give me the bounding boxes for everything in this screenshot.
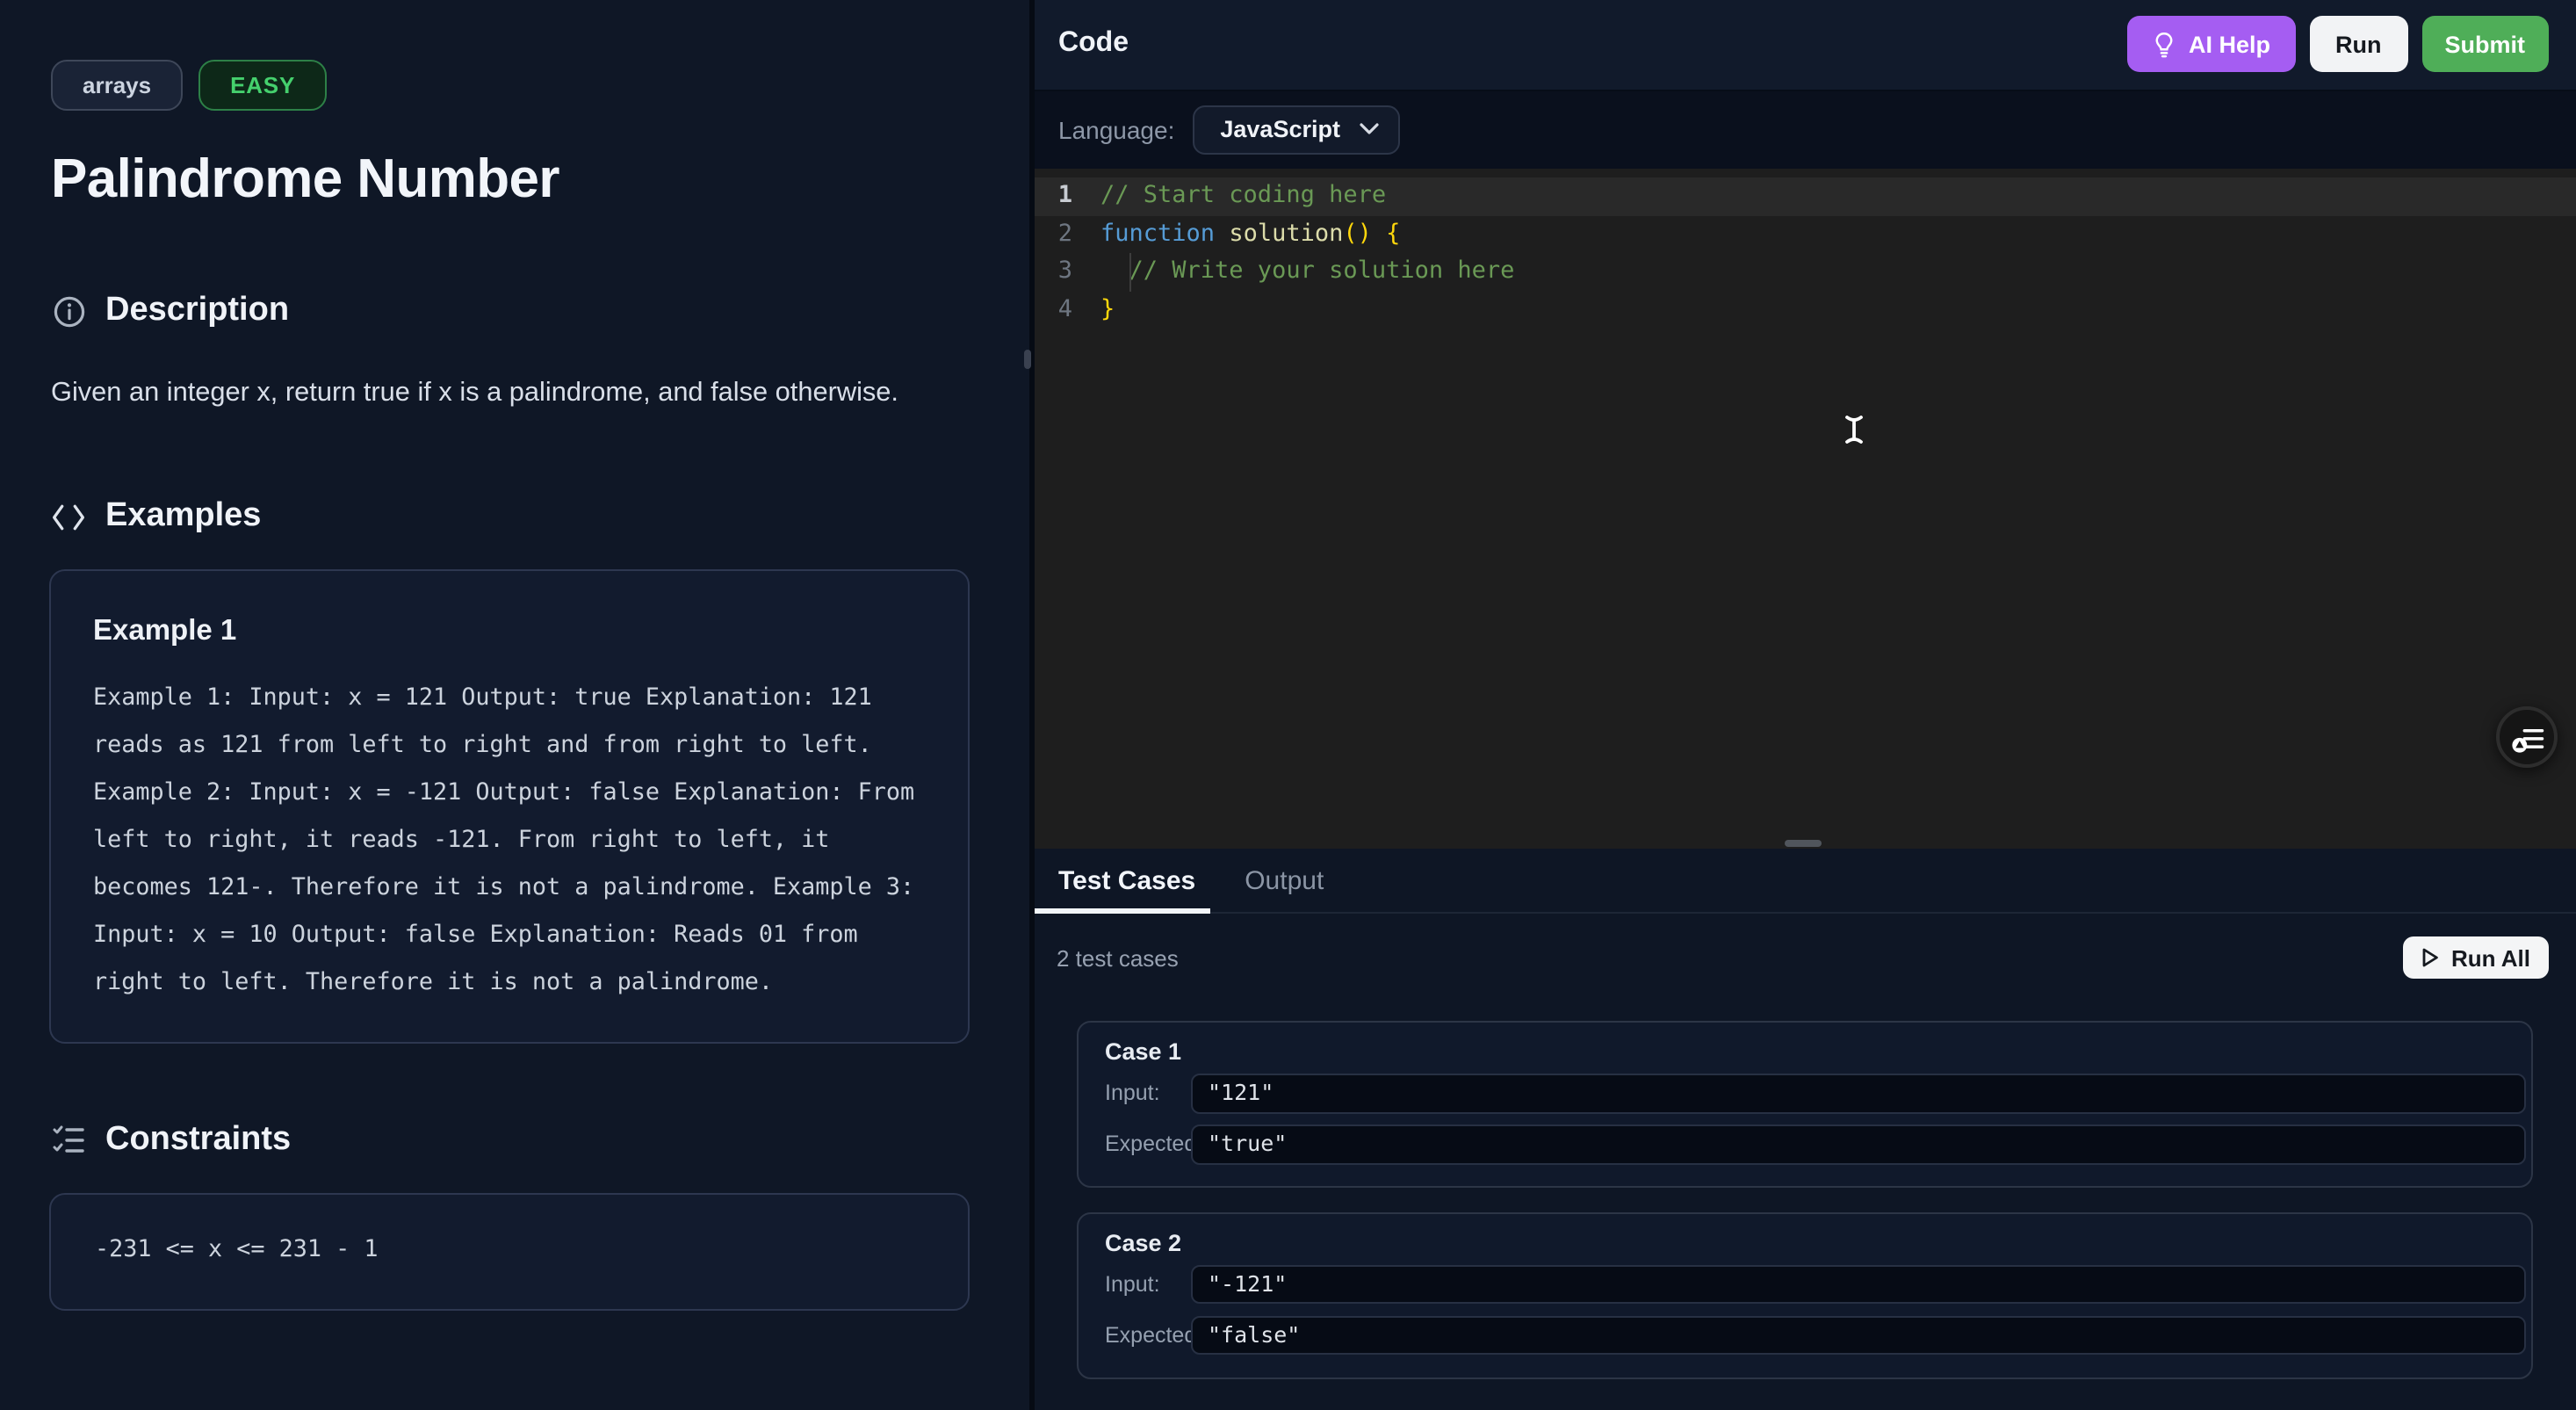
code-token: // Write your solution here (1100, 257, 1514, 285)
case2-input-field[interactable]: "-121" (1190, 1264, 2525, 1304)
case1-expected-field[interactable]: "true" (1190, 1124, 2525, 1164)
code-brackets-icon (51, 499, 86, 534)
language-value: JavaScript (1220, 117, 1340, 143)
ai-help-label: AI Help (2189, 32, 2270, 58)
tag-row: arrays EASY (51, 60, 327, 111)
input-label: Input: (1105, 1081, 1160, 1105)
floating-test-widget-button[interactable] (2496, 706, 2558, 768)
examples-heading-label: Examples (105, 497, 261, 536)
code-line-3: 3 // Write your solution here (1034, 253, 2576, 291)
code-line-1: 1 // Start coding here (1034, 177, 2576, 215)
constraints-heading: Constraints (51, 1121, 291, 1160)
text-ibeam-cursor (1842, 413, 1865, 459)
expected-label: Expected: (1105, 1322, 1202, 1347)
language-select[interactable]: JavaScript (1192, 105, 1400, 155)
expected-label: Expected: (1105, 1132, 1202, 1156)
input-label: Input: (1105, 1271, 1160, 1296)
tab-test-cases[interactable]: Test Cases (1034, 849, 1220, 912)
description-heading: Description (51, 292, 289, 330)
problem-title: Palindrome Number (51, 148, 559, 211)
line-number: 4 (1034, 291, 1100, 329)
code-token (1215, 219, 1229, 247)
code-line-2: 2 function solution() { (1034, 215, 2576, 253)
tab-row: Test Cases Output (1034, 849, 2576, 914)
ai-help-button[interactable]: AI Help (2127, 17, 2295, 73)
description-text: Given an integer x, return true if x is … (51, 378, 898, 409)
difficulty-badge: EASY (198, 60, 327, 111)
indent-guide (1129, 253, 1130, 291)
play-icon (2421, 947, 2441, 968)
test-case-card-2: Case 2 Input: "-121" Expected: "false" (1076, 1211, 2532, 1378)
code-token: } (1100, 294, 1115, 322)
language-bar: Language: JavaScript (1034, 90, 2576, 169)
tests-toolbar: 2 test cases Run All (1034, 936, 2576, 979)
run-button[interactable]: Run (2309, 17, 2408, 73)
lightbulb-icon (2152, 32, 2176, 58)
tag-arrays: arrays (51, 60, 183, 111)
constraints-text: -231 <= x <= 231 - 1 (95, 1237, 968, 1263)
case-name: Case 1 (1105, 1038, 1181, 1065)
line-number: 1 (1034, 177, 1100, 215)
active-tab-underline (1034, 908, 1209, 914)
constraints-card: -231 <= x <= 231 - 1 (49, 1193, 970, 1311)
header-buttons: AI Help Run Submit (2127, 17, 2548, 73)
app-viewport: arrays EASY Palindrome Number Descriptio… (0, 0, 2576, 1410)
examples-heading: Examples (51, 497, 261, 536)
code-token: () { (1343, 219, 1400, 247)
chevron-down-icon (1360, 124, 1379, 136)
example-text: Example 1: Input: x = 121 Output: true E… (93, 675, 934, 1007)
case1-input-field[interactable]: "121" (1190, 1074, 2525, 1113)
test-count-label: 2 test cases (1057, 944, 1179, 971)
code-token: function (1100, 219, 1215, 247)
checklist-icon (51, 1123, 86, 1158)
code-panel-title: Code (1058, 29, 1129, 61)
test-list-icon (2507, 718, 2546, 756)
code-token: solution (1229, 219, 1343, 247)
code-panel: Code AI Help Run Submit Language (1034, 0, 2576, 1410)
problem-panel: arrays EASY Palindrome Number Descriptio… (0, 0, 1029, 1410)
line-number: 2 (1034, 215, 1100, 253)
example-card: Example 1 Example 1: Input: x = 121 Outp… (49, 569, 970, 1044)
info-circle-icon (51, 293, 86, 329)
code-editor[interactable]: 1 // Start coding here 2 function soluti… (1034, 169, 2576, 849)
submit-button[interactable]: Submit (2422, 17, 2549, 73)
editor-resize-handle[interactable] (1784, 839, 1821, 846)
constraints-heading-label: Constraints (105, 1121, 291, 1160)
code-line-4: 4 } (1034, 291, 2576, 329)
code-token: // Start coding here (1100, 181, 1386, 209)
test-panel: Test Cases Output 2 test cases Run All C… (1034, 849, 2576, 1410)
run-all-button[interactable]: Run All (2404, 936, 2548, 979)
panel-resize-handle[interactable] (1023, 350, 1031, 368)
test-case-card-1: Case 1 Input: "121" Expected: "true" (1076, 1021, 2532, 1188)
language-label: Language: (1058, 116, 1174, 144)
case2-expected-field[interactable]: "false" (1190, 1315, 2525, 1355)
code-header: Code AI Help Run Submit (1034, 0, 2576, 90)
description-heading-label: Description (105, 292, 289, 330)
run-all-label: Run All (2451, 944, 2530, 971)
case-name: Case 2 (1105, 1229, 1181, 1255)
line-number: 3 (1034, 253, 1100, 291)
example-label: Example 1 (93, 615, 968, 648)
tab-output[interactable]: Output (1220, 849, 1348, 912)
